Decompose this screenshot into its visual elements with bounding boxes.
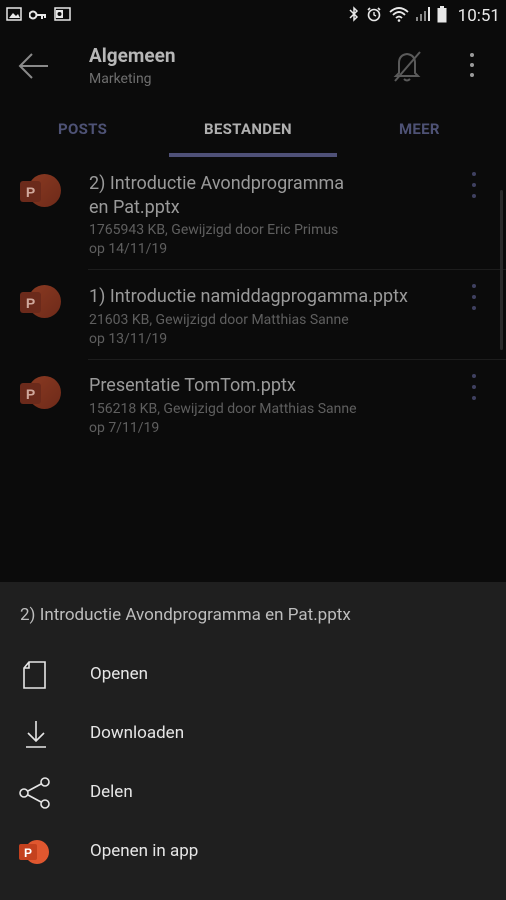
active-tab-indicator xyxy=(169,153,337,157)
key-icon xyxy=(28,7,47,25)
file-row[interactable]: P 1) Introductie namiddagprogamma.pptx 2… xyxy=(0,270,506,360)
file-meta: 21603 KB, Gewijzigd door Matthias Sanne … xyxy=(89,311,409,349)
battery-icon xyxy=(437,5,447,27)
download-icon xyxy=(18,717,52,751)
file-meta-line: 1765943 KB, Gewijzigd door Eric Primus xyxy=(89,222,339,238)
file-options-button[interactable] xyxy=(466,172,482,198)
download-label: Downloaden xyxy=(90,723,185,743)
file-actions-sheet: 2) Introductie Avondprogramma en Pat.ppt… xyxy=(0,582,506,900)
status-bar: 10:51 xyxy=(0,0,506,32)
file-meta: 1765943 KB, Gewijzigd door Eric Primus o… xyxy=(89,221,409,259)
powerpoint-icon: P xyxy=(20,285,61,319)
wifi-icon xyxy=(389,6,409,26)
team-name: Marketing xyxy=(89,71,152,87)
open-in-app-action[interactable]: P Openen in app xyxy=(0,823,506,879)
channel-title: Algemeen xyxy=(89,44,176,67)
more-dot xyxy=(470,73,474,77)
share-action[interactable]: Delen xyxy=(0,764,506,820)
back-arrow-icon xyxy=(18,53,48,79)
file-meta-line: 156218 KB, Gewijzigd door Matthias Sanne xyxy=(89,401,357,417)
bluetooth-icon xyxy=(349,6,359,26)
file-name: Presentatie TomTom.pptx xyxy=(89,374,389,398)
open-in-app-label: Openen in app xyxy=(90,841,199,861)
mute-notifications-button[interactable] xyxy=(390,48,424,84)
file-name-line: 1) Introductie namiddagprogamma.pptx xyxy=(89,286,408,307)
alarm-icon xyxy=(366,6,382,26)
tab-more[interactable]: MEER xyxy=(399,120,440,138)
channel-title-block: Algemeen Marketing xyxy=(89,44,176,87)
signal-icon xyxy=(415,7,430,25)
file-meta: 156218 KB, Gewijzigd door Matthias Sanne… xyxy=(89,400,409,438)
download-action[interactable]: Downloaden xyxy=(0,705,506,761)
file-meta-line: 21603 KB, Gewijzigd door Matthias Sanne xyxy=(89,312,349,328)
clock: 10:51 xyxy=(457,6,500,26)
more-dot xyxy=(470,63,474,67)
tab-posts[interactable]: POSTS xyxy=(58,120,107,138)
file-name-line: Presentatie TomTom.pptx xyxy=(89,375,296,396)
file-name-line: 2) Introductie Avondprogramma xyxy=(89,173,345,194)
file-meta-line: op 7/11/19 xyxy=(89,420,160,436)
sheet-title: 2) Introductie Avondprogramma en Pat.ppt… xyxy=(20,605,351,625)
bell-off-icon xyxy=(393,51,421,82)
scrollbar[interactable] xyxy=(500,190,503,350)
status-bar-left xyxy=(6,7,71,25)
file-meta-line: op 13/11/19 xyxy=(89,331,168,347)
channel-tabs: POSTS BESTANDEN MEER xyxy=(0,100,506,158)
powerpoint-icon: P xyxy=(20,376,61,410)
file-options-button[interactable] xyxy=(466,374,482,400)
gallery-icon xyxy=(6,7,22,25)
powerpoint-icon: P xyxy=(18,835,52,869)
status-bar-right: 10:51 xyxy=(349,5,500,27)
open-label: Openen xyxy=(90,664,149,684)
file-row[interactable]: P Presentatie TomTom.pptx 156218 KB, Gew… xyxy=(0,360,506,450)
more-dot xyxy=(470,53,474,57)
document-icon xyxy=(18,658,52,692)
outlook-icon xyxy=(54,7,71,25)
svg-text:P: P xyxy=(24,846,32,860)
back-button[interactable] xyxy=(18,52,50,80)
file-meta-line: op 14/11/19 xyxy=(89,241,168,257)
share-icon xyxy=(18,776,52,810)
tab-files[interactable]: BESTANDEN xyxy=(204,120,292,138)
file-name: 1) Introductie namiddagprogamma.pptx xyxy=(89,285,449,309)
file-row[interactable]: P 2) Introductie Avondprogramma en Pat.p… xyxy=(0,160,506,270)
file-name: 2) Introductie Avondprogramma en Pat.ppt… xyxy=(89,172,389,220)
app-header: Algemeen Marketing xyxy=(0,32,506,100)
more-options-button[interactable] xyxy=(462,50,482,80)
share-label: Delen xyxy=(90,782,133,802)
file-name-line: en Pat.pptx xyxy=(89,197,180,218)
powerpoint-icon: P xyxy=(20,174,61,208)
open-action[interactable]: Openen xyxy=(0,646,506,702)
file-options-button[interactable] xyxy=(466,284,482,310)
